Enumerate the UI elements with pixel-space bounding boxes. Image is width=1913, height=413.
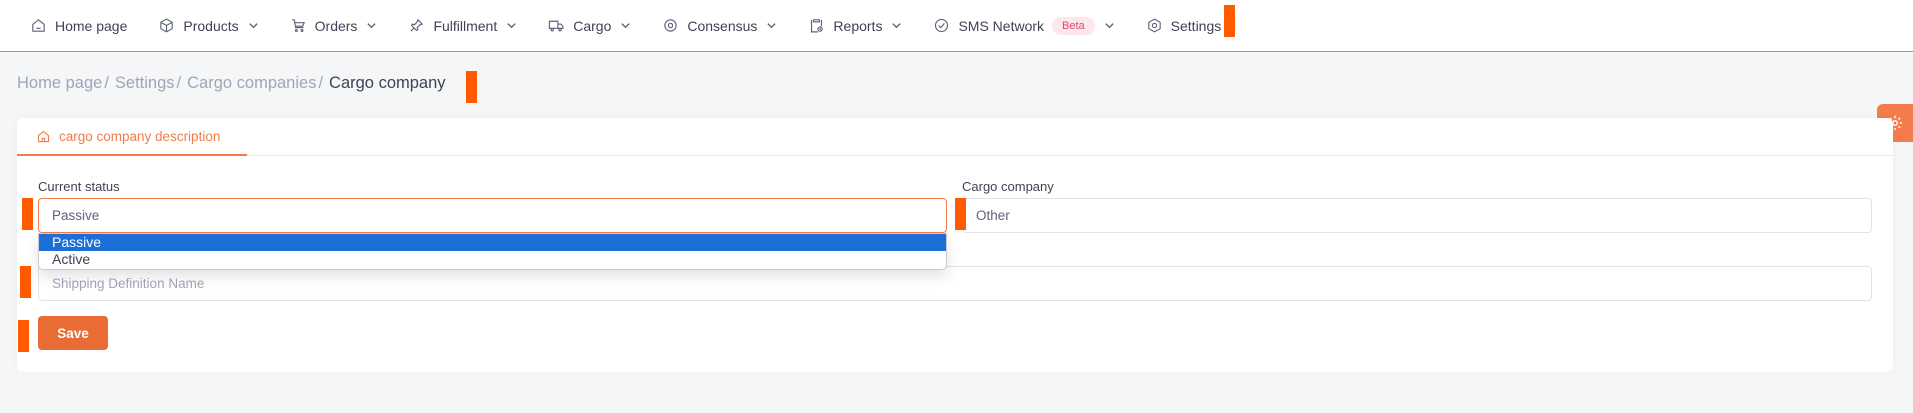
cart-icon <box>290 17 307 34</box>
chevron-down-icon <box>766 20 777 31</box>
check-circle-icon <box>933 17 950 34</box>
chevron-down-icon <box>891 20 902 31</box>
cargo-company-select[interactable]: Other <box>962 198 1872 233</box>
home-icon <box>36 129 51 144</box>
sync-icon <box>662 17 679 34</box>
breadcrumb-separator: / <box>318 74 324 92</box>
marker <box>955 198 966 230</box>
truck-icon <box>548 17 565 34</box>
breadcrumb-separator: / <box>176 74 182 92</box>
current-status-label: Current status <box>38 179 120 194</box>
breadcrumb-separator: / <box>104 74 109 92</box>
tab-label: cargo company description <box>59 128 221 144</box>
nav-item-label: Settings <box>1170 17 1222 34</box>
breadcrumb: Home page / Settings / Cargo companies /… <box>17 74 446 93</box>
home-icon <box>30 17 47 34</box>
nav-item-label: Consensus <box>687 17 758 34</box>
nav-item-label: Cargo <box>573 17 612 34</box>
marker <box>18 320 29 352</box>
breadcrumb-settings[interactable]: Settings <box>115 74 175 93</box>
top-navigation: Home page Products Orders Fulfillment Ca… <box>0 0 1913 52</box>
nav-item-label: Reports <box>833 17 883 34</box>
tab-cargo-company-description[interactable]: cargo company description <box>17 118 247 156</box>
tab-bar: cargo company description <box>17 118 1893 156</box>
clipboard-icon <box>808 17 825 34</box>
status-option-active[interactable]: Active <box>39 251 946 268</box>
nav-item-orders[interactable]: Orders <box>290 0 378 52</box>
nav-item-sms-network[interactable]: SMS Network Beta <box>933 0 1114 52</box>
chevron-down-icon <box>366 20 377 31</box>
shipping-definition-name-input[interactable]: Shipping Definition Name <box>38 266 1872 301</box>
chevron-down-icon <box>620 20 631 31</box>
breadcrumb-home[interactable]: Home page <box>17 74 102 93</box>
chevron-down-icon <box>248 20 259 31</box>
marker <box>20 266 31 298</box>
page-title: Cargo company <box>329 74 446 92</box>
nav-item-reports[interactable]: Reports <box>808 0 902 52</box>
chevron-down-icon <box>506 20 517 31</box>
marker <box>1224 5 1235 37</box>
nav-item-label: Orders <box>314 17 358 34</box>
nav-item-home[interactable]: Home page <box>30 0 127 52</box>
cargo-company-label: Cargo company <box>962 179 1054 194</box>
nav-item-fulfillment[interactable]: Fulfillment <box>408 0 517 52</box>
beta-badge: Beta <box>1052 16 1095 35</box>
status-option-passive[interactable]: Passive <box>39 234 946 251</box>
nav-item-label: Home page <box>55 17 128 34</box>
current-status-select[interactable]: Passive <box>38 198 947 233</box>
nav-item-label: Products <box>183 17 239 34</box>
pin-icon <box>408 17 425 34</box>
chevron-down-icon <box>1104 20 1115 31</box>
marker <box>22 198 33 230</box>
nav-item-settings[interactable]: Settings <box>1146 0 1222 52</box>
status-dropdown-list: Passive Active <box>38 233 947 270</box>
box-icon <box>158 17 175 34</box>
nav-item-cargo[interactable]: Cargo <box>548 0 631 52</box>
nav-item-products[interactable]: Products <box>158 0 258 52</box>
nav-item-consensus[interactable]: Consensus <box>662 0 777 52</box>
nav-item-label: SMS Network <box>958 17 1045 34</box>
hexagon-gear-icon <box>1146 17 1163 34</box>
breadcrumb-cargo-companies[interactable]: Cargo companies <box>187 74 316 93</box>
nav-item-label: Fulfillment <box>433 17 498 34</box>
save-button[interactable]: Save <box>38 316 108 350</box>
marker <box>466 71 477 103</box>
